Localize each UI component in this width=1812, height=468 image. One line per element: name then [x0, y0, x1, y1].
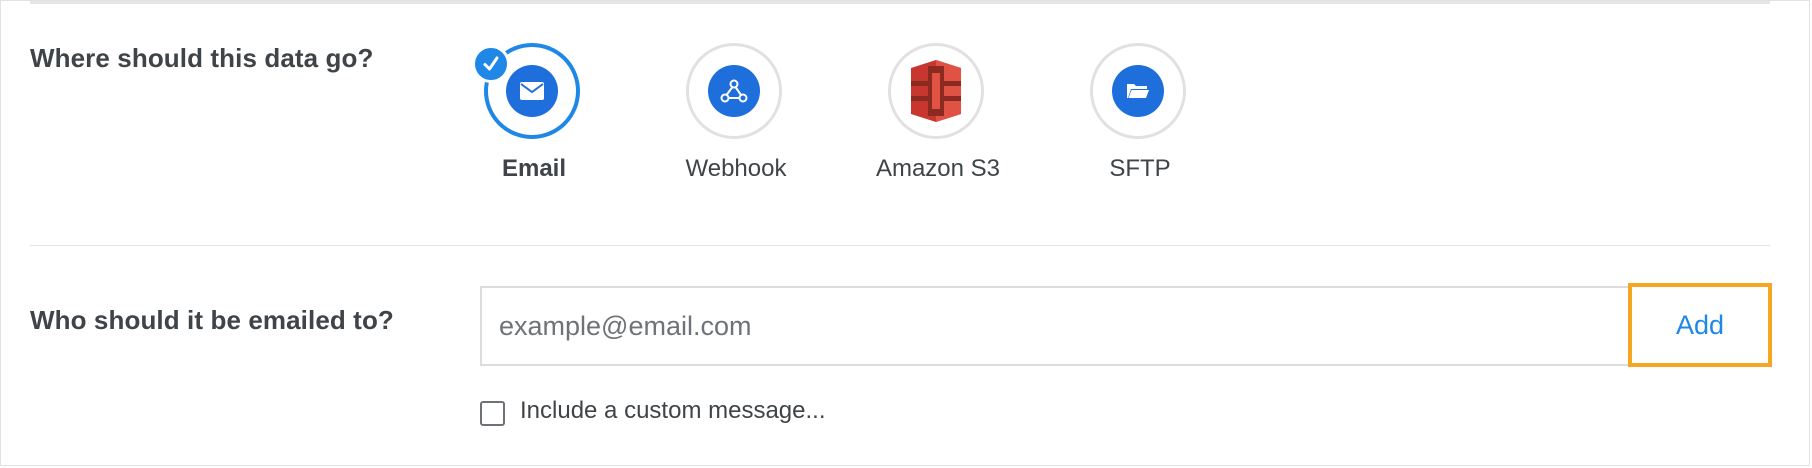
add-button[interactable]: Add [1628, 283, 1772, 367]
section-divider [30, 245, 1770, 246]
custom-message-label[interactable]: Include a custom message... [520, 397, 825, 425]
custom-message-checkbox[interactable] [480, 401, 505, 426]
destination-label-email: Email [501, 155, 567, 182]
destination-question: Where should this data go? [30, 43, 374, 73]
destination-label-webhook: Webhook [685, 155, 787, 182]
panel: Where should this data go? Email Webhook… [0, 0, 1810, 466]
webhook-icon [708, 65, 760, 117]
top-divider [30, 1, 1770, 4]
recipient-question: Who should it be emailed to? [30, 305, 394, 335]
destination-option-amazon-s3[interactable]: Amazon S3 [858, 43, 1018, 193]
destination-option-webhook[interactable]: Webhook [656, 43, 816, 193]
folder-icon [1112, 65, 1164, 117]
destination-option-sftp[interactable]: SFTP [1060, 43, 1220, 193]
destination-label-amazon-s3: Amazon S3 [875, 155, 1001, 182]
amazon-s3-icon [907, 59, 965, 123]
envelope-icon [506, 65, 558, 117]
option-ring [1090, 43, 1186, 139]
option-ring [686, 43, 782, 139]
email-input[interactable] [480, 286, 1629, 366]
checkmark-icon [472, 45, 510, 83]
option-ring [888, 43, 984, 139]
destination-label-sftp: SFTP [1109, 155, 1171, 182]
